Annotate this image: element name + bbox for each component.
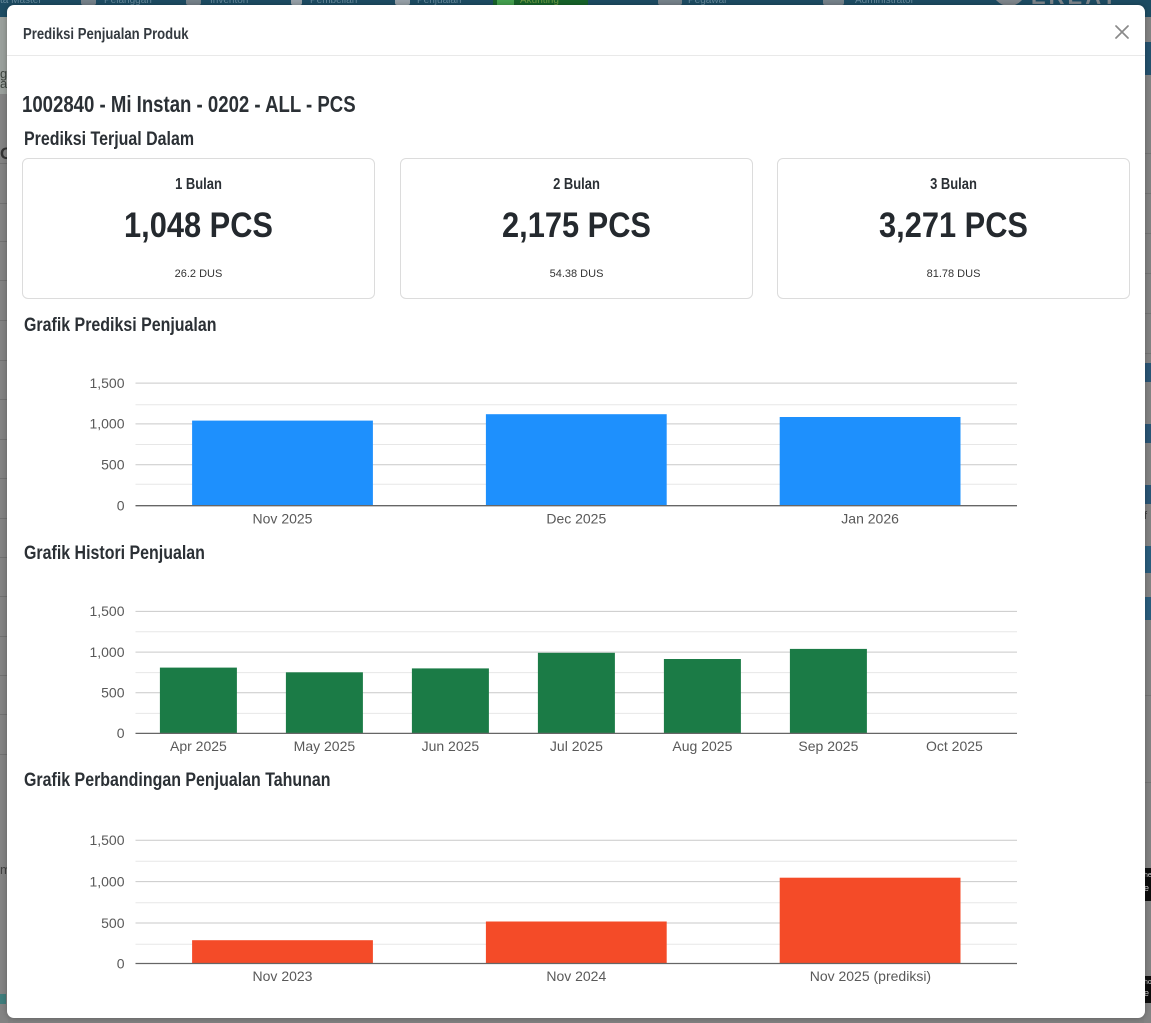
svg-text:Oct 2025: Oct 2025 — [926, 738, 983, 754]
svg-text:Nov 2025: Nov 2025 — [253, 511, 313, 527]
svg-text:1,000: 1,000 — [89, 416, 124, 432]
svg-text:500: 500 — [101, 685, 125, 701]
svg-text:0: 0 — [117, 498, 125, 514]
svg-text:500: 500 — [101, 915, 125, 931]
svg-text:0: 0 — [117, 955, 125, 971]
svg-text:Jul 2025: Jul 2025 — [550, 738, 603, 754]
svg-text:Nov 2025 (prediksi): Nov 2025 (prediksi) — [810, 968, 931, 984]
svg-text:Nov 2024: Nov 2024 — [546, 968, 606, 984]
svg-text:1,500: 1,500 — [89, 832, 124, 848]
svg-text:Jun 2025: Jun 2025 — [422, 738, 480, 754]
svg-text:0: 0 — [117, 725, 125, 741]
svg-text:May 2025: May 2025 — [294, 738, 356, 754]
svg-text:Jan 2026: Jan 2026 — [841, 511, 899, 527]
svg-text:Aug 2025: Aug 2025 — [672, 738, 732, 754]
svg-text:Dec 2025: Dec 2025 — [546, 511, 606, 527]
svg-text:1,500: 1,500 — [89, 603, 124, 619]
svg-text:Nov 2023: Nov 2023 — [253, 968, 313, 984]
svg-text:Apr 2025: Apr 2025 — [170, 738, 227, 754]
svg-text:1,000: 1,000 — [89, 644, 124, 660]
svg-text:500: 500 — [101, 457, 125, 473]
svg-text:1,500: 1,500 — [89, 375, 124, 391]
svg-text:Sep 2025: Sep 2025 — [798, 738, 858, 754]
svg-text:1,000: 1,000 — [89, 873, 124, 889]
